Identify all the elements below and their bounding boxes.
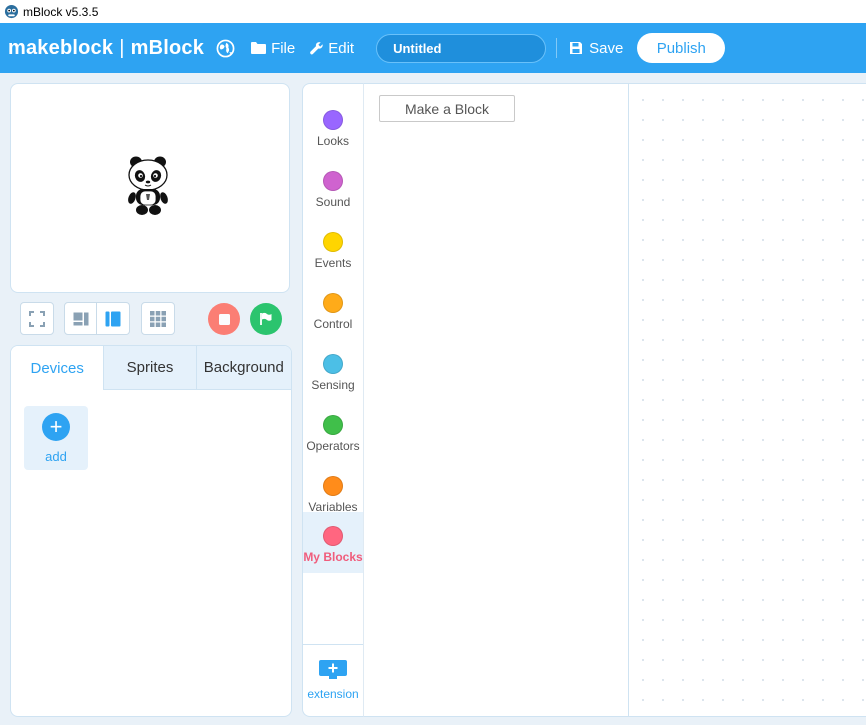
folder-icon (251, 42, 267, 54)
script-workspace[interactable] (629, 83, 866, 717)
project-name-input[interactable]: Untitled (376, 33, 547, 63)
device-panel: Devices Sprites Background + add (10, 345, 292, 717)
category-my-blocks[interactable]: My Blocks (303, 512, 363, 573)
edit-menu-label: Edit (328, 39, 355, 57)
add-device-button[interactable]: + add (24, 406, 88, 470)
block-palette: Make a Block (363, 83, 629, 717)
make-a-block-button[interactable]: Make a Block (379, 95, 515, 122)
sound-dot-icon (323, 171, 343, 191)
looks-dot-icon (323, 110, 343, 130)
sensing-dot-icon (323, 354, 343, 374)
window-title: mBlock v5.3.5 (23, 4, 99, 19)
stop-icon (218, 313, 230, 325)
small-stage-button[interactable] (64, 302, 97, 335)
publish-button[interactable]: Publish (637, 33, 726, 63)
category-control[interactable]: Control (303, 279, 363, 340)
fullscreen-icon (29, 310, 45, 327)
category-events[interactable]: Events (303, 218, 363, 279)
variables-dot-icon (323, 476, 343, 496)
panda-sprite[interactable] (127, 156, 171, 218)
events-dot-icon (323, 232, 343, 252)
category-sound[interactable]: Sound (303, 157, 363, 218)
large-stage-icon (105, 311, 121, 326)
green-flag-button[interactable] (250, 303, 282, 335)
language-globe-icon[interactable] (216, 38, 236, 58)
tab-background[interactable]: Background (195, 346, 291, 390)
save-label: Save (589, 39, 624, 57)
add-device-label: add (45, 448, 67, 464)
wrench-icon (310, 41, 323, 54)
small-stage-icon (73, 312, 88, 325)
large-stage-button[interactable] (97, 302, 130, 335)
category-sensing[interactable]: Sensing (303, 340, 363, 401)
mblock-app-icon (3, 4, 19, 20)
edit-menu[interactable]: Edit (309, 40, 354, 57)
stage-canvas[interactable] (10, 83, 290, 293)
extension-label: extension (307, 687, 359, 701)
fullscreen-button[interactable] (20, 302, 54, 335)
brand-logo: makeblock | mBlock (8, 37, 204, 60)
category-label: Sound (315, 195, 351, 209)
plus-icon: + (42, 412, 70, 441)
save-icon (570, 42, 583, 54)
tab-sprites[interactable]: Sprites (103, 346, 196, 390)
menu-divider (556, 38, 558, 58)
menu-bar: makeblock | mBlock File Edit Untitled Save… (0, 23, 866, 73)
grid-view-button[interactable] (141, 302, 175, 335)
extension-button[interactable]: extension (303, 644, 363, 716)
category-label: Control (313, 317, 353, 331)
category-label: Looks (316, 134, 350, 148)
operators-dot-icon (323, 415, 343, 435)
tab-devices[interactable]: Devices (11, 346, 104, 390)
save-button[interactable]: Save (569, 40, 623, 57)
category-operators[interactable]: Operators (303, 401, 363, 462)
add-extension-icon (319, 660, 347, 679)
file-menu[interactable]: File (250, 40, 295, 57)
flag-icon (260, 312, 272, 325)
category-label: Events (314, 256, 352, 270)
device-panel-tabs: Devices Sprites Background (11, 346, 291, 390)
my-blocks-dot-icon (323, 526, 343, 546)
category-label: Sensing (311, 378, 355, 392)
file-menu-label: File (271, 39, 296, 57)
stop-button[interactable] (208, 303, 240, 335)
brand-separator: | (119, 36, 125, 59)
grid-icon (150, 310, 166, 327)
control-dot-icon (323, 293, 343, 313)
category-looks[interactable]: Looks (303, 96, 363, 157)
window-titlebar: mBlock v5.3.5 (0, 0, 866, 23)
brand-makeblock: makeblock (8, 36, 114, 59)
brand-mblock: mBlock (130, 36, 205, 59)
category-label: Operators (306, 439, 360, 453)
block-categories: Looks Sound Events Control Sensing Opera… (302, 83, 363, 717)
category-label: My Blocks (303, 550, 363, 564)
